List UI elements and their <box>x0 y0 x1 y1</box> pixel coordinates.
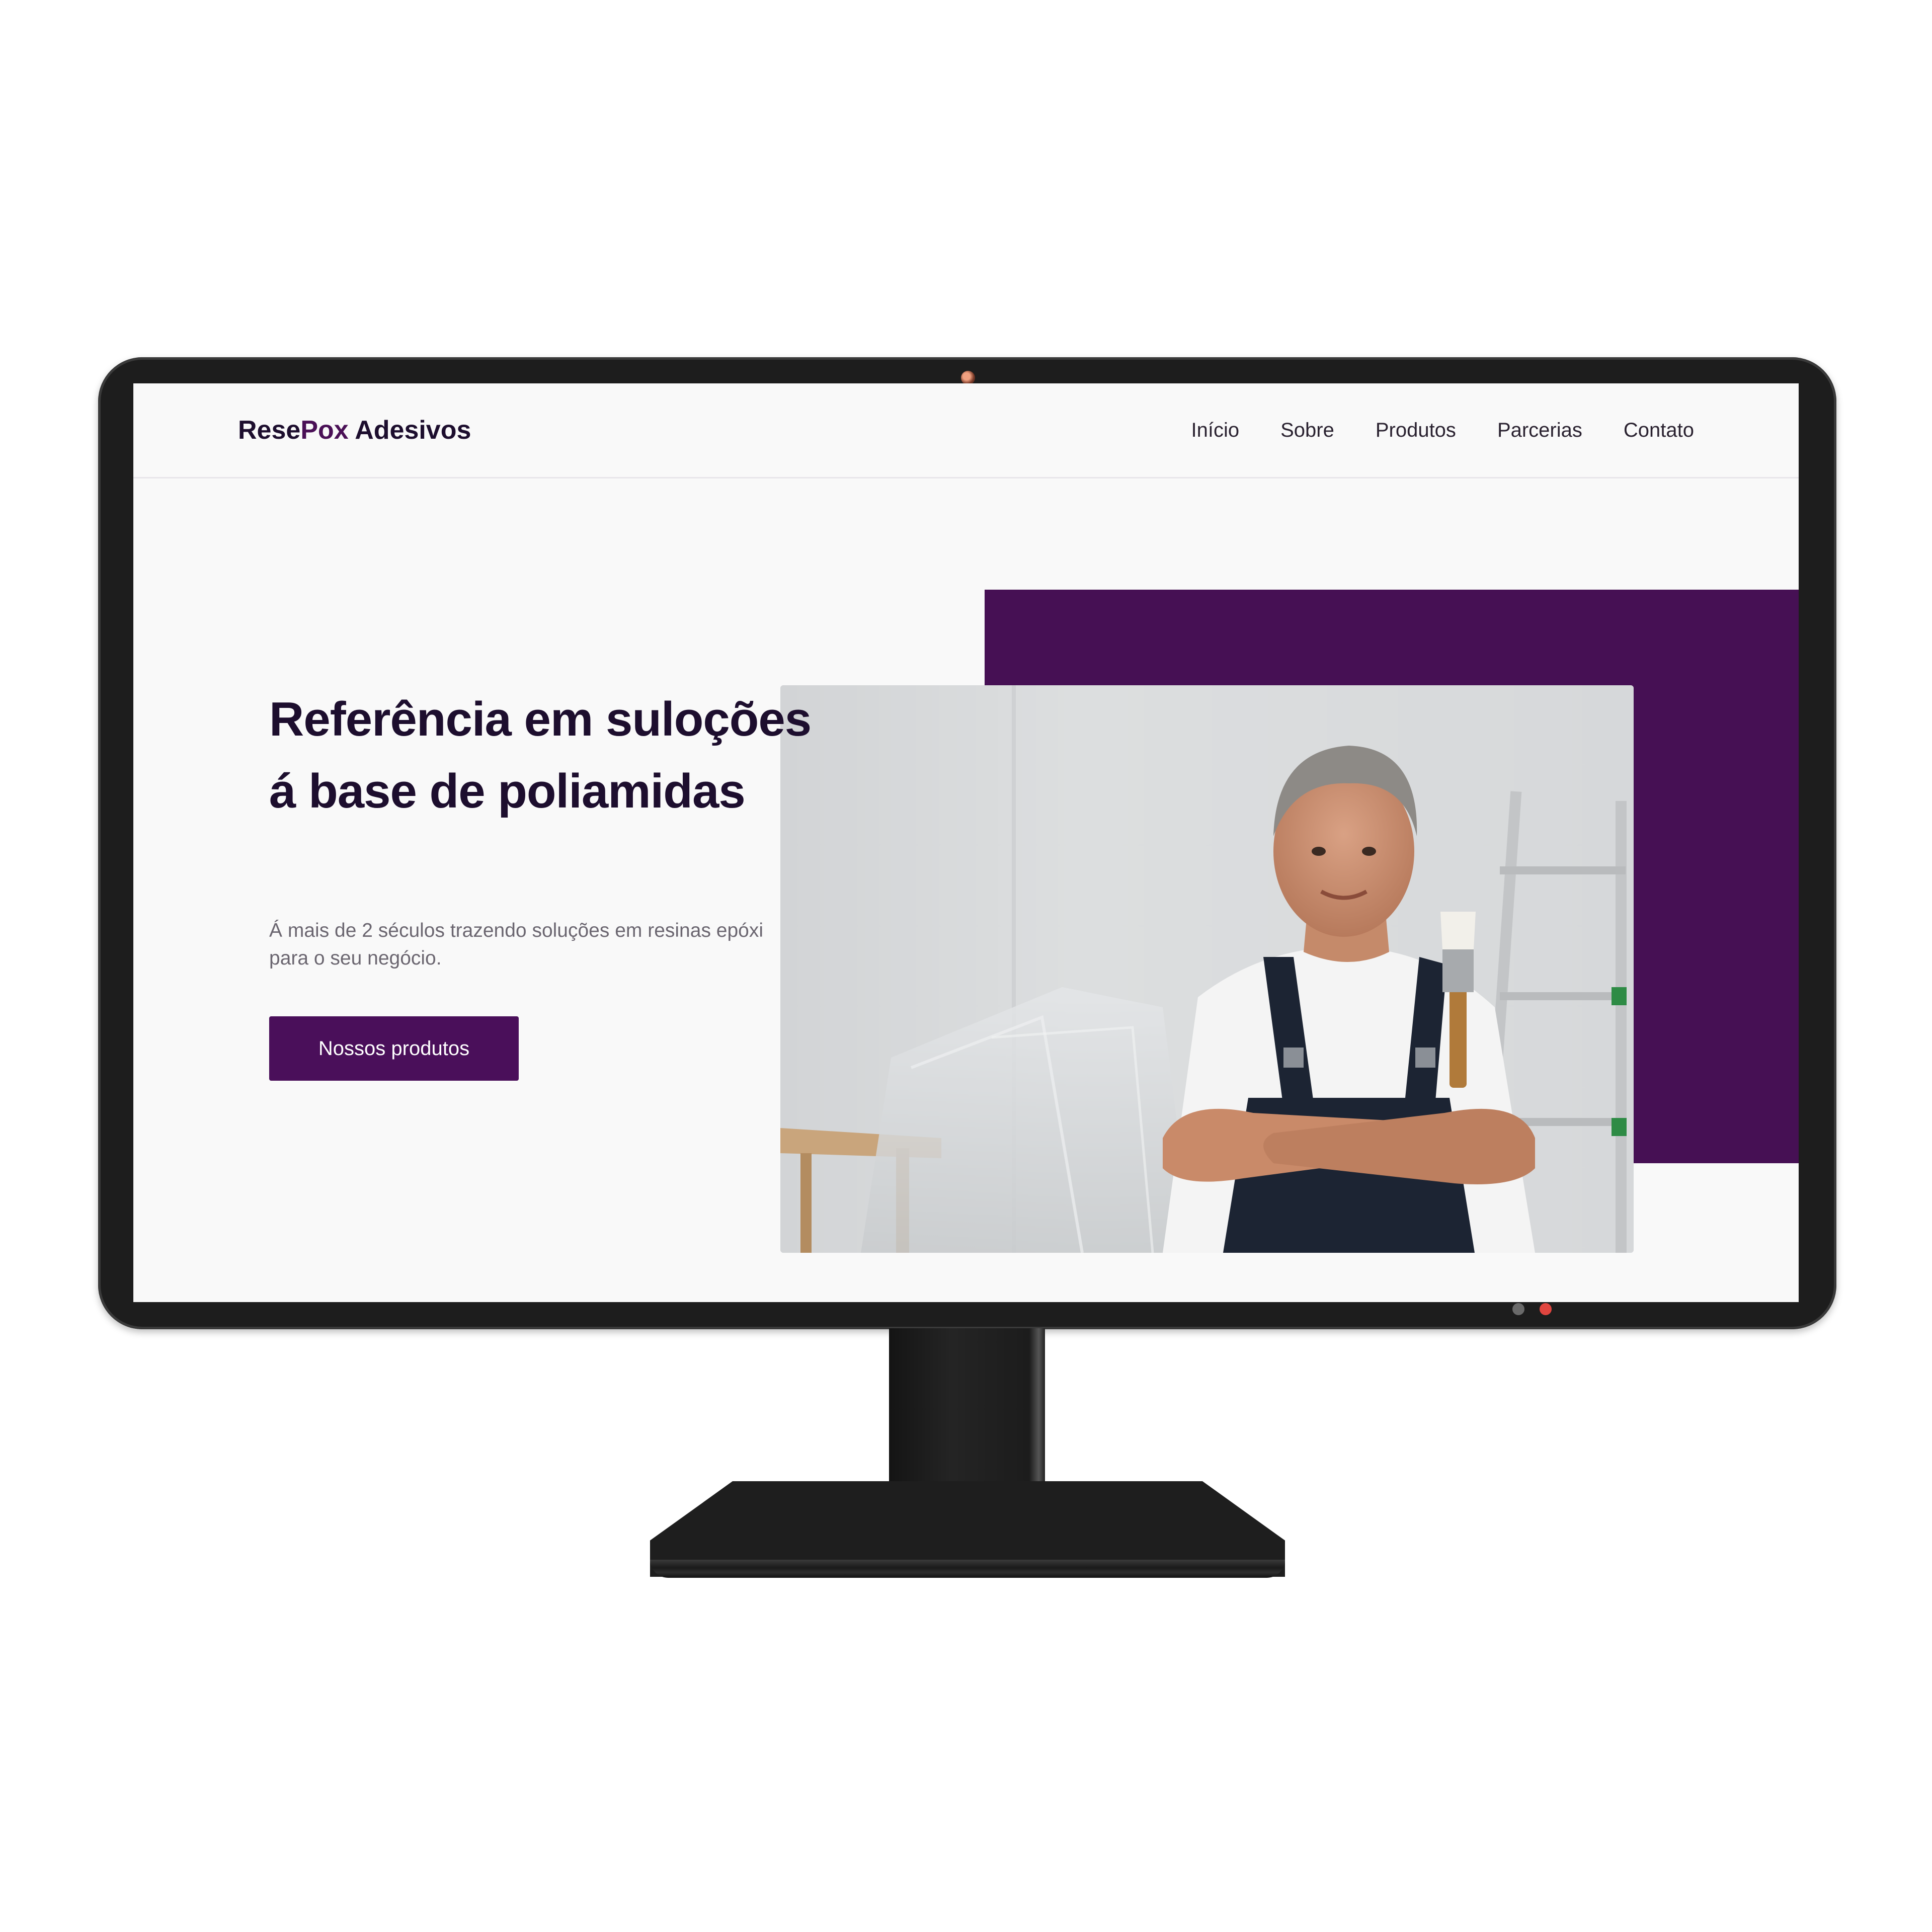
status-light-icon <box>1540 1303 1552 1315</box>
logo-text-primary: Rese <box>238 416 301 445</box>
hero-subtitle: Á mais de 2 séculos trazendo soluções em… <box>269 920 764 969</box>
worker-photo-icon <box>780 685 1634 1253</box>
nav-link-inicio[interactable]: Início <box>1191 413 1239 448</box>
logo-text-accent: Pox <box>300 416 349 445</box>
site-header: ResePox Adesivos Início Sobre Produtos P… <box>133 383 1799 478</box>
hero-title: Referência em suloções á base de poliami… <box>269 692 812 818</box>
main-nav: Início Sobre Produtos Parcerias Contato <box>1191 413 1694 448</box>
webcam-icon <box>961 371 975 385</box>
products-button[interactable]: Nossos produtos <box>269 1016 519 1081</box>
power-indicator-icon <box>1512 1303 1524 1315</box>
nav-link-contato[interactable]: Contato <box>1624 413 1694 448</box>
nav-link-sobre[interactable]: Sobre <box>1280 413 1334 448</box>
monitor-screen: ResePox Adesivos Início Sobre Produtos P… <box>133 383 1799 1302</box>
logo-text-rest: Adesivos <box>348 416 471 445</box>
nav-link-produtos[interactable]: Produtos <box>1376 413 1456 448</box>
hero-image <box>780 685 1634 1253</box>
monitor-stand-base-edge <box>650 1560 1285 1578</box>
site-logo[interactable]: ResePox Adesivos <box>238 413 471 448</box>
nav-link-parcerias[interactable]: Parcerias <box>1497 413 1582 448</box>
